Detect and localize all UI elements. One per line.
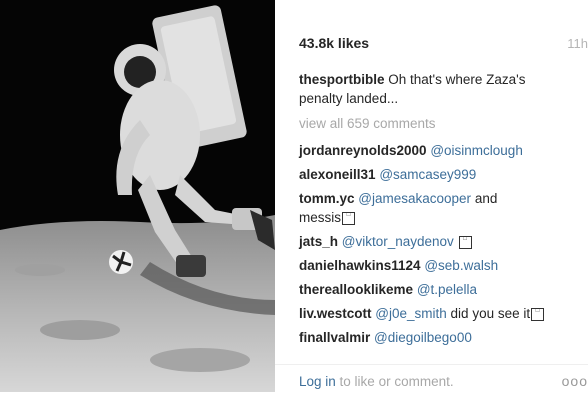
- list-item: alexoneill31 @samcasey999: [299, 165, 588, 184]
- comment-mention[interactable]: @oisinmclough: [430, 143, 523, 158]
- view-all-comments-link[interactable]: view all 659 comments: [299, 116, 436, 131]
- comment-mention[interactable]: @jamesakacooper: [358, 191, 471, 206]
- emoji-glyph-icon: □: [342, 211, 356, 225]
- likes-count[interactable]: 43.8k likes: [299, 35, 369, 51]
- login-prompt-text: to like or comment.: [335, 374, 454, 389]
- caption-username[interactable]: thesportbible: [299, 72, 385, 87]
- list-item: finallvalmir @diegoilbego00: [299, 328, 588, 347]
- comment-mention[interactable]: @diegoilbego00: [374, 330, 472, 345]
- ellipsis-icon[interactable]: ooo: [562, 373, 588, 389]
- list-item: jordanreynolds2000 @oisinmclough: [299, 141, 588, 160]
- post-footer: Log in to like or comment. ooo: [275, 364, 588, 393]
- comment-username[interactable]: liv.westcott: [299, 306, 372, 321]
- comment-mention[interactable]: @t.pelella: [417, 282, 477, 297]
- post-caption: thesportbible Oh that's where Zaza's pen…: [299, 70, 569, 108]
- list-item: tomm.yc @jamesakacooper and messis □: [299, 189, 519, 227]
- comment-text: did you see it: [450, 306, 531, 321]
- emoji-glyph-icon: □: [458, 235, 472, 249]
- post-timestamp[interactable]: 11h: [567, 36, 588, 51]
- comment-username[interactable]: danielhawkins1124: [299, 258, 421, 273]
- astronaut-moon-photo: [0, 0, 275, 392]
- login-prompt: Log in to like or comment.: [299, 374, 454, 389]
- comment-list: jordanreynolds2000 @oisinmclough alexone…: [299, 141, 588, 352]
- emoji-glyph-icon: □: [531, 307, 545, 321]
- list-item: liv.westcott @j0e_smith did you see it □: [299, 304, 588, 323]
- post-info-panel: 43.8k likes 11h thesportbible Oh that's …: [275, 0, 588, 393]
- comment-mention[interactable]: @samcasey999: [379, 167, 476, 182]
- list-item: danielhawkins1124 @seb.walsh: [299, 256, 588, 275]
- comment-mention[interactable]: @j0e_smith: [375, 306, 446, 321]
- list-item: jats_h @viktor_naydenov □: [299, 232, 588, 251]
- comment-username[interactable]: jats_h: [299, 234, 338, 249]
- comment-mention[interactable]: @seb.walsh: [424, 258, 498, 273]
- comment-mention[interactable]: @viktor_naydenov: [342, 234, 454, 249]
- comment-username[interactable]: tomm.yc: [299, 191, 355, 206]
- list-item: thereallooklikeme @t.pelella: [299, 280, 588, 299]
- comment-username[interactable]: jordanreynolds2000: [299, 143, 427, 158]
- comment-username[interactable]: alexoneill31: [299, 167, 376, 182]
- login-link[interactable]: Log in: [299, 374, 336, 389]
- comment-username[interactable]: thereallooklikeme: [299, 282, 413, 297]
- comment-username[interactable]: finallvalmir: [299, 330, 370, 345]
- post-photo[interactable]: [0, 0, 275, 392]
